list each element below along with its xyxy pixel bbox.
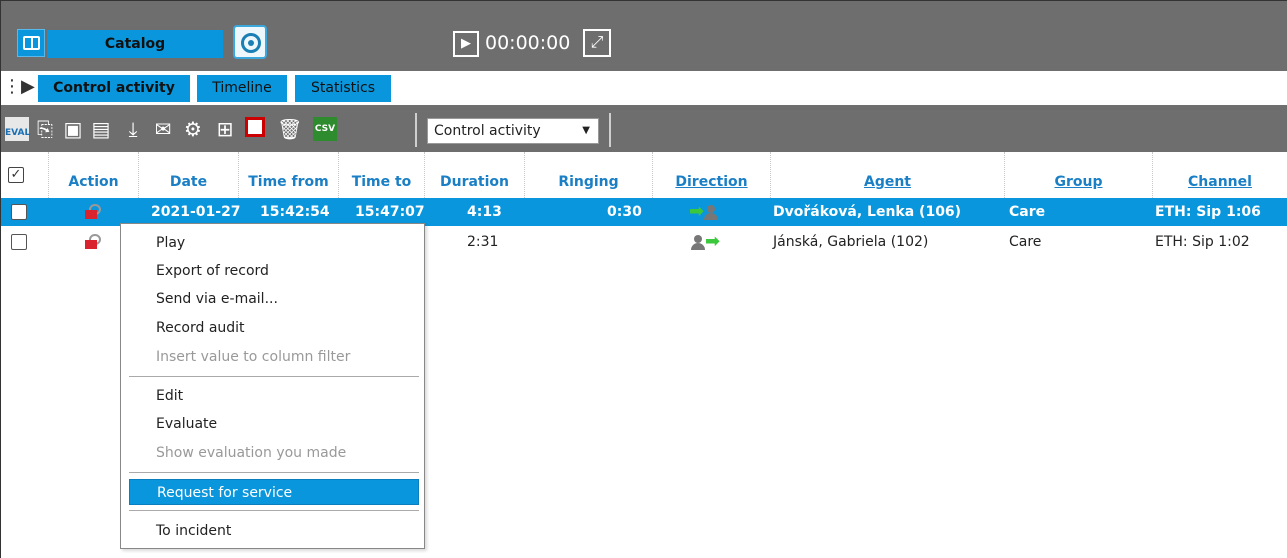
tab-control-activity[interactable]: Control activity <box>38 75 190 102</box>
menu-item-request-service[interactable]: Request for service <box>129 479 419 505</box>
catalog-tab[interactable]: Catalog <box>47 30 223 58</box>
table-row[interactable]: 2021-01-27 15:42:54 15:47:07 4:13 0:30 ➡… <box>1 198 1287 226</box>
panel-toggle-icon[interactable] <box>17 29 45 57</box>
cell-channel: ETH: Sip 1:06 <box>1155 204 1261 220</box>
context-menu: Play Export of record Send via e-mail...… <box>120 223 425 549</box>
direction-outbound-icon: ➡ <box>691 228 720 256</box>
email-icon[interactable]: ✉ <box>151 117 175 141</box>
cell-time-to: 15:47:07 <box>355 204 425 220</box>
menu-separator <box>129 472 419 473</box>
header-select-cell: ✓ <box>1 152 49 198</box>
menu-item-evaluate[interactable]: Evaluate <box>129 411 419 437</box>
recording-disc-icon[interactable] <box>233 25 267 59</box>
download-icon[interactable]: ⤓ <box>121 117 145 141</box>
cell-ringing: 0:30 <box>607 204 642 220</box>
menu-item-play[interactable]: Play <box>129 230 419 256</box>
tab-timeline[interactable]: Timeline <box>197 75 287 102</box>
evaluate-icon[interactable]: EVAL <box>5 117 30 141</box>
menu-separator <box>129 376 419 377</box>
expand-icon[interactable]: ⤢ <box>583 29 611 57</box>
toolbar-divider <box>415 113 417 147</box>
recording-action-icon[interactable] <box>85 204 101 220</box>
audit-icon[interactable]: ⚙ <box>181 117 205 141</box>
menu-item-show-evaluation: Show evaluation you made <box>156 445 347 461</box>
column-header-agent[interactable]: Agent <box>771 152 1005 198</box>
cell-channel: ETH: Sip 1:02 <box>1155 234 1250 250</box>
select-all-checkbox[interactable]: ✓ <box>8 167 24 183</box>
chevron-down-icon: ▼ <box>582 125 590 136</box>
toolbar-divider <box>609 113 611 147</box>
cell-group: Care <box>1009 234 1042 250</box>
column-header-date[interactable]: Date <box>139 152 239 198</box>
column-header-ringing[interactable]: Ringing <box>525 152 653 198</box>
menu-separator <box>129 510 419 511</box>
trash-icon[interactable]: 🗑 <box>277 117 302 141</box>
view-select[interactable]: Control activity ▼ <box>427 118 599 144</box>
cell-date: 2021-01-27 <box>151 204 241 220</box>
tab-statistics[interactable]: Statistics <box>295 75 391 102</box>
view-select-value: Control activity <box>434 123 541 139</box>
menu-item-edit[interactable]: Edit <box>129 383 419 409</box>
tabs-row: ⋮▶ Control activity Timeline Statistics <box>1 71 1287 105</box>
export-all-icon[interactable]: ▤ <box>89 117 113 141</box>
export-selected-icon[interactable]: ▣ <box>61 117 85 141</box>
menu-item-export-record[interactable]: Export of record <box>129 258 419 284</box>
play-button[interactable]: ▶ <box>453 31 479 57</box>
column-header-group[interactable]: Group <box>1005 152 1153 198</box>
row-checkbox[interactable] <box>11 204 27 220</box>
cell-duration: 2:31 <box>467 234 499 250</box>
column-header-channel[interactable]: Channel <box>1153 152 1287 198</box>
export-record-icon[interactable]: ⎘ <box>33 117 57 141</box>
cell-duration: 4:13 <box>467 204 502 220</box>
column-header-direction[interactable]: Direction <box>653 152 771 198</box>
cell-group: Care <box>1009 204 1046 220</box>
cell-agent: Dvořáková, Lenka (106) <box>773 204 962 220</box>
column-header-action[interactable]: Action <box>49 152 139 198</box>
direction-inbound-icon: ➡ <box>689 198 719 226</box>
tabs-collapse-icon[interactable]: ⋮▶ <box>3 77 35 97</box>
menu-item-record-audit[interactable]: Record audit <box>129 315 419 341</box>
toolbar: EVAL ⎘ ▣ ▤ ⤓ ✉ ⚙ ⊞ 🗑 CSV Control activit… <box>1 105 1287 152</box>
cell-time-from: 15:42:54 <box>260 204 330 220</box>
column-header-duration[interactable]: Duration <box>425 152 525 198</box>
menu-item-to-incident[interactable]: To incident <box>129 518 419 544</box>
add-icon[interactable]: ⊞ <box>213 117 237 141</box>
column-header-time-to[interactable]: Time to <box>339 152 425 198</box>
add-incident-icon[interactable] <box>243 117 267 141</box>
menu-item-send-email[interactable]: Send via e-mail... <box>129 286 419 312</box>
app-window: Catalog ▶ 00:00:00 ⤢ ⋮▶ Control activity… <box>0 0 1287 558</box>
csv-export-icon[interactable]: CSV <box>313 117 337 141</box>
menu-item-insert-filter: Insert value to column filter <box>156 349 351 365</box>
top-bar: Catalog ▶ 00:00:00 ⤢ <box>1 1 1287 71</box>
table-header: ✓ Action Date Time from Time to Duration… <box>1 152 1287 198</box>
cell-agent: Jánská, Gabriela (102) <box>773 234 929 250</box>
row-checkbox[interactable] <box>11 234 27 250</box>
column-header-time-from[interactable]: Time from <box>239 152 339 198</box>
playback-time: 00:00:00 <box>485 32 571 54</box>
recording-action-icon[interactable] <box>85 234 101 250</box>
